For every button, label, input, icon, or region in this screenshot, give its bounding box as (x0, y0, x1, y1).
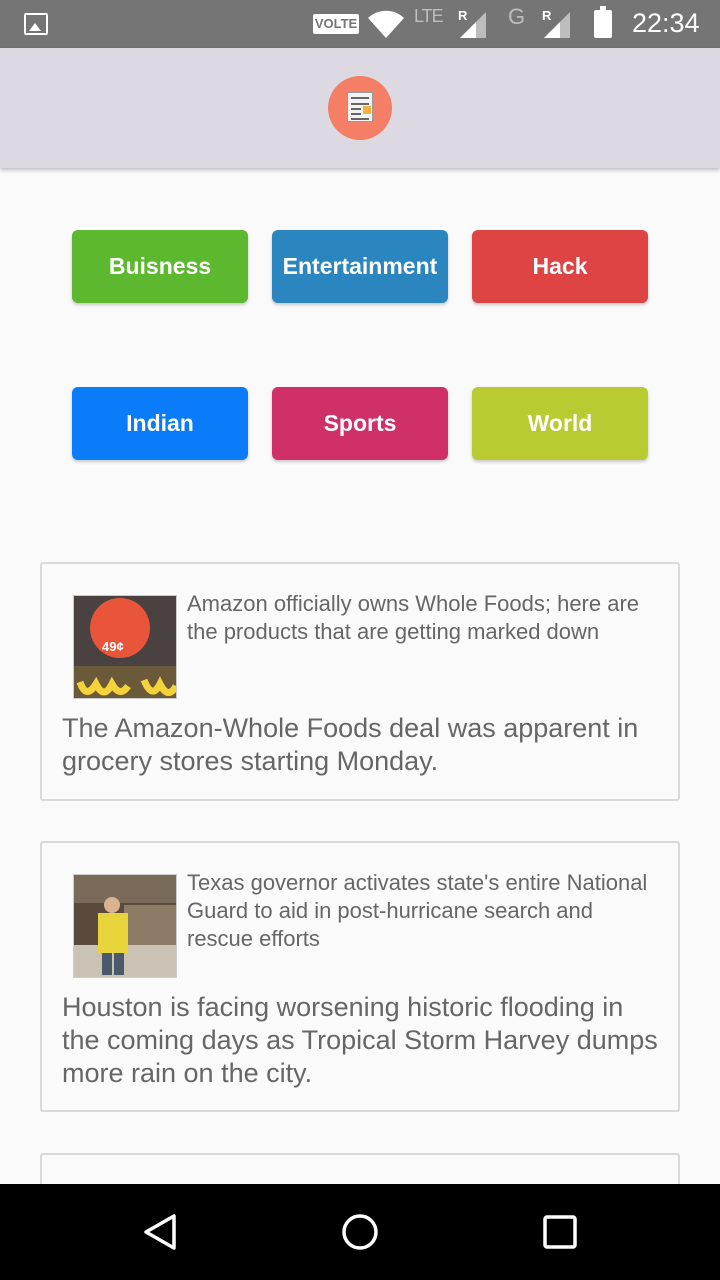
svg-text:49¢: 49¢ (102, 639, 124, 654)
news-card[interactable]: 49¢ Amazon officially owns Whole Foods; … (40, 562, 680, 801)
news-logo-icon[interactable] (328, 76, 392, 140)
network-type-label: G (508, 4, 526, 29)
lte-label: LTE (414, 6, 444, 26)
battery-icon (594, 6, 612, 38)
roaming-indicator: R (458, 8, 468, 23)
category-button-buisness[interactable]: Buisness (72, 230, 248, 303)
category-button-hack[interactable]: Hack (472, 230, 648, 303)
news-card[interactable]: Texas governor activates state's entire … (40, 841, 680, 1112)
home-icon[interactable] (340, 1212, 380, 1252)
category-button-entertainment[interactable]: Entertainment (272, 230, 448, 303)
wifi-icon (368, 10, 404, 38)
recents-icon[interactable] (542, 1214, 578, 1250)
article-description: The Amazon-Whole Foods deal was apparent… (62, 713, 639, 776)
category-button-sports[interactable]: Sports (272, 387, 448, 460)
app-bar (0, 48, 720, 168)
roaming-indicator: R (542, 8, 552, 23)
category-button-world[interactable]: World (472, 387, 648, 460)
article-title: Texas governor activates state's entire … (187, 870, 648, 951)
article-description: Houston is facing worsening historic flo… (62, 992, 658, 1088)
category-button-indian[interactable]: Indian (72, 387, 248, 460)
clock: 22:34 (632, 8, 700, 38)
volte-badge: VOLTE (313, 14, 359, 34)
navigation-bar (0, 1184, 720, 1280)
article-thumbnail (73, 874, 177, 978)
article-thumbnail: 49¢ (73, 595, 177, 699)
image-notification-icon (24, 13, 48, 35)
status-bar: VOLTE LTE R G R 22:34 (0, 0, 720, 48)
article-title: Amazon officially owns Whole Foods; here… (187, 591, 640, 644)
back-icon[interactable] (140, 1212, 180, 1252)
